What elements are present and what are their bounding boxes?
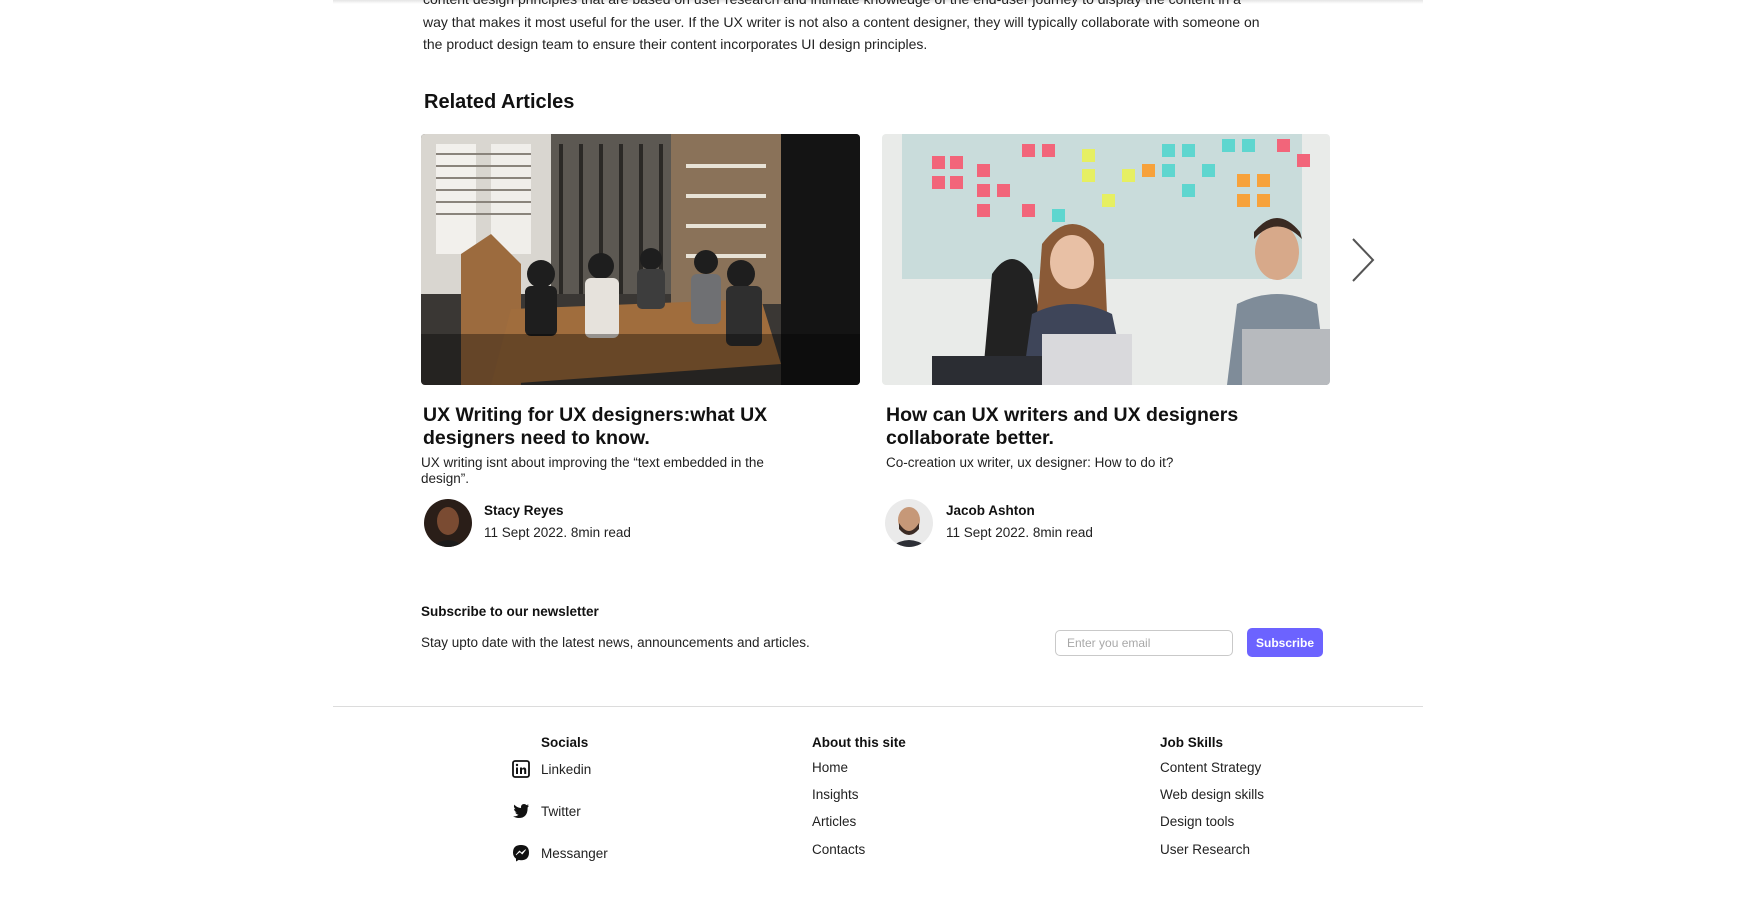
footer-link-content-strategy[interactable]: Content Strategy <box>1160 760 1261 775</box>
avatar <box>885 499 933 547</box>
article-line: way that makes it most useful for the us… <box>423 13 1260 30</box>
footer-link-contacts[interactable]: Contacts <box>812 842 865 857</box>
author-name: Stacy Reyes <box>484 503 564 518</box>
avatar <box>424 499 472 547</box>
footer-link-design-tools[interactable]: Design tools <box>1160 814 1234 829</box>
article-line: content design principles that are based… <box>423 0 1333 11</box>
footer-link-insights[interactable]: Insights <box>812 787 859 802</box>
article-meta: 11 Sept 2022. 8min read <box>484 525 631 540</box>
footer-link-home[interactable]: Home <box>812 760 848 775</box>
article-image-whiteboard[interactable] <box>882 134 1330 385</box>
footer-link-linkedin[interactable]: Linkedin <box>541 762 591 777</box>
author-name: Jacob Ashton <box>946 503 1035 518</box>
article-line: the product design team to ensure their … <box>423 36 928 52</box>
newsletter-email-input[interactable] <box>1055 630 1233 656</box>
article-meta: 11 Sept 2022. 8min read <box>946 525 1093 540</box>
footer-heading-job-skills: Job Skills <box>1160 735 1224 750</box>
footer-heading-about: About this site <box>812 735 906 750</box>
article-image-meeting-room[interactable] <box>421 134 860 385</box>
newsletter-description: Stay upto date with the latest news, ann… <box>421 635 810 650</box>
linkedin-icon[interactable] <box>512 760 530 778</box>
footer-link-twitter[interactable]: Twitter <box>541 804 581 819</box>
article-card-title[interactable]: UX Writing for UX designers:what UX desi… <box>423 404 823 450</box>
footer-divider <box>333 706 1423 707</box>
article-body-text: content design principles that are based… <box>423 0 1333 56</box>
footer-link-web-design-skills[interactable]: Web design skills <box>1160 787 1264 802</box>
footer-link-articles[interactable]: Articles <box>812 814 856 829</box>
newsletter-title: Subscribe to our newsletter <box>421 604 599 619</box>
page: content design principles that are based… <box>0 0 1755 900</box>
subscribe-button[interactable]: Subscribe <box>1247 628 1323 657</box>
messenger-icon[interactable] <box>512 844 530 862</box>
article-card-description: Co-creation ux writer, ux designer: How … <box>886 455 1174 470</box>
footer-link-user-research[interactable]: User Research <box>1160 842 1250 857</box>
article-card-title[interactable]: How can UX writers and UX designers coll… <box>886 404 1306 450</box>
footer-link-messenger[interactable]: Messanger <box>541 846 608 861</box>
carousel-next-icon[interactable] <box>1348 236 1376 284</box>
footer-heading-socials: Socials <box>541 735 589 750</box>
article-card-description: UX writing isnt about improving the “tex… <box>421 455 764 486</box>
related-articles-title: Related Articles <box>424 91 575 113</box>
twitter-icon[interactable] <box>512 802 530 820</box>
